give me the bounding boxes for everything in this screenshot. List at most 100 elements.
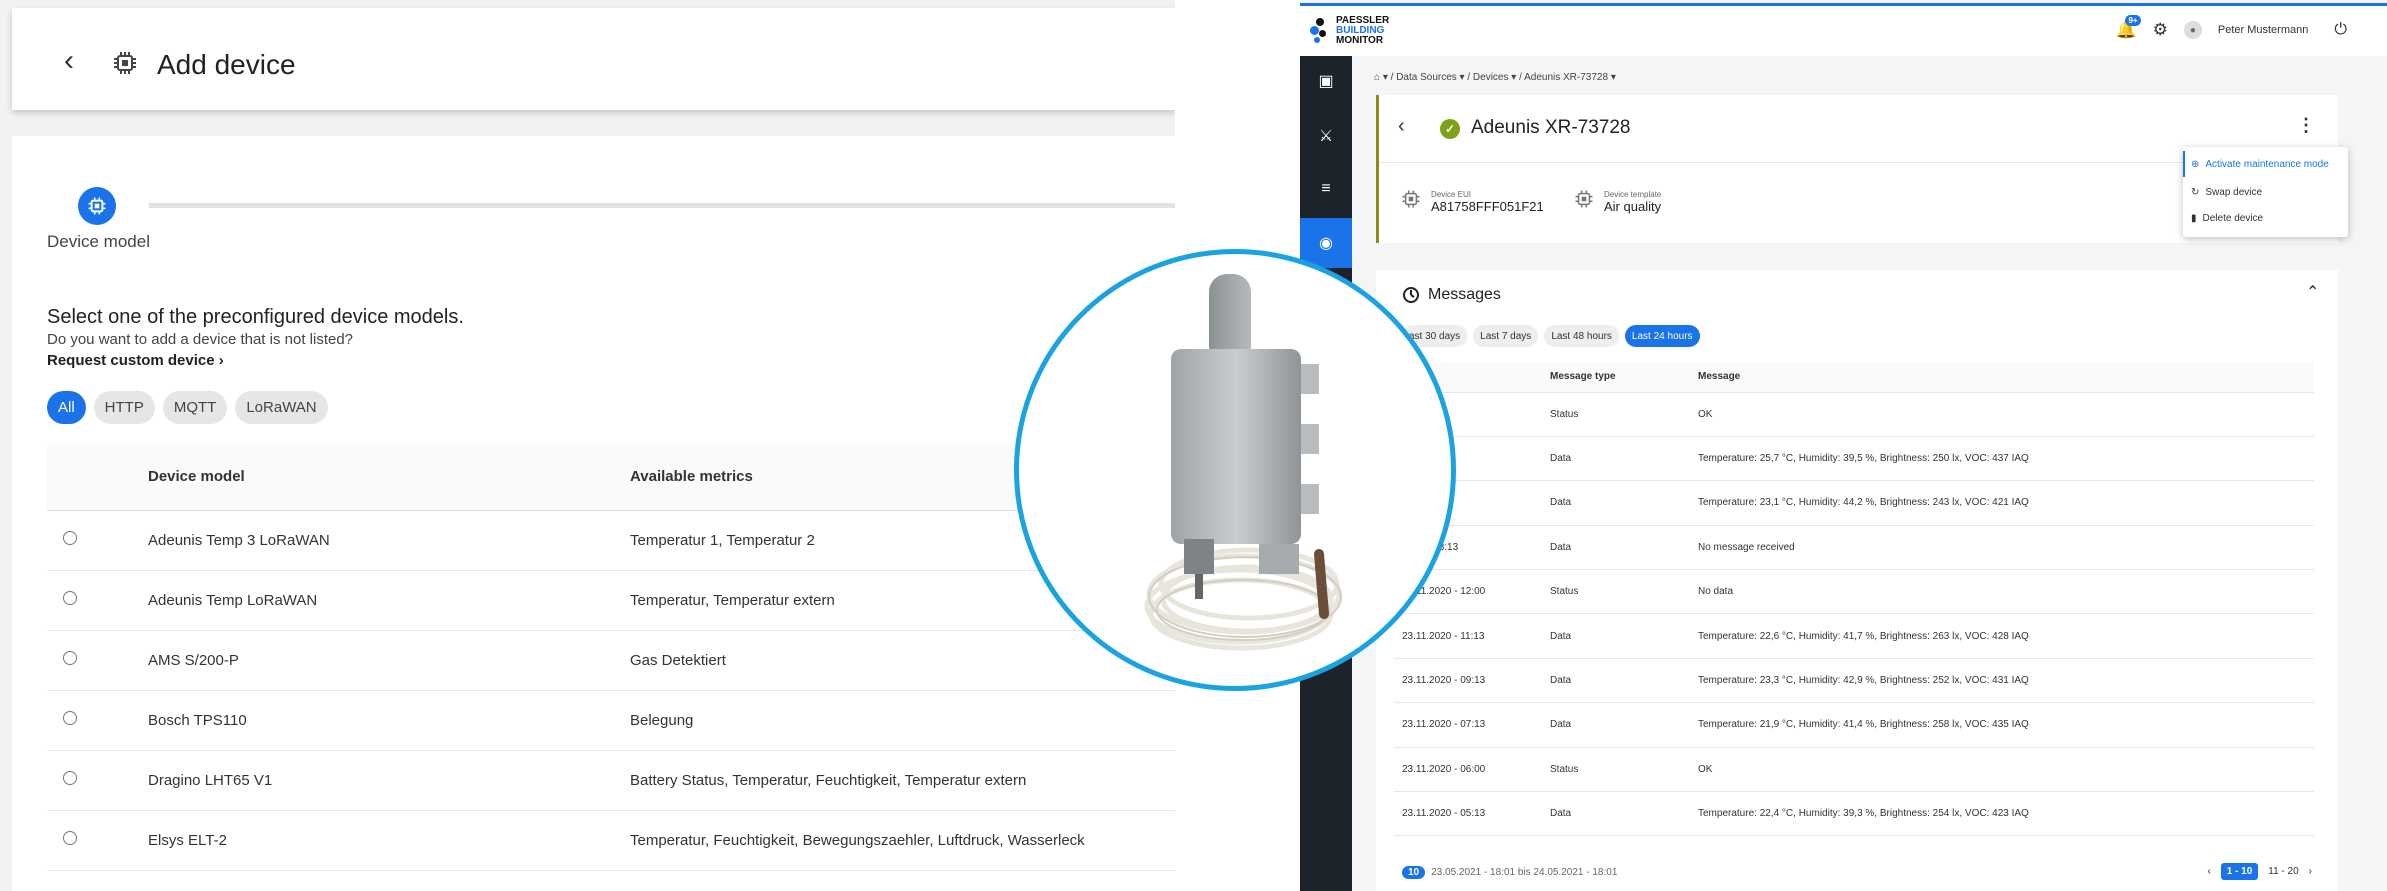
page-next[interactable]: 11 - 20	[2268, 866, 2298, 877]
app-topbar: PAESSLER BUILDING MONITOR 🔔 9+ ⚙ ● Peter …	[1300, 6, 2387, 56]
message-type-cell: Data	[1542, 702, 1690, 748]
time-range-chips: ast 30 days Last 7 days Last 48 hours La…	[1402, 325, 1700, 347]
notifications-bell-icon[interactable]: 🔔 9+	[2115, 15, 2141, 40]
table-row[interactable]: Bosch TPS110 Belegung	[47, 690, 1175, 751]
messages-title: Messages	[1428, 286, 1501, 303]
user-name[interactable]: Peter Mustermann	[2218, 24, 2308, 36]
home-icon[interactable]: ⌂	[1374, 72, 1380, 83]
filter-chip-lorawan[interactable]: LoRaWAN	[235, 391, 328, 424]
chip-icon	[1401, 189, 1421, 214]
message-cell: No message received	[1690, 525, 2314, 571]
breadcrumb-data-sources[interactable]: Data Sources	[1396, 72, 1457, 83]
device-chip-icon	[112, 50, 138, 81]
breadcrumb-devices[interactable]: Devices	[1473, 72, 1509, 83]
message-type-cell: Data	[1542, 436, 1690, 482]
notification-badge: 9+	[2125, 15, 2141, 26]
device-model-cell: Dragino LHT65 V1	[148, 750, 630, 811]
prev-page-icon[interactable]: ‹	[2207, 866, 2210, 877]
power-logout-icon[interactable]: ⏻	[2334, 21, 2347, 39]
menu-delete-device[interactable]: ▮ Delete device	[2183, 205, 2348, 231]
message-type-cell: Status	[1542, 569, 1690, 615]
filter-chip-http[interactable]: HTTP	[93, 391, 155, 424]
request-link-label[interactable]: Request custom device	[47, 352, 215, 369]
device-model-cell: Bosch TPS110	[148, 690, 630, 751]
device-model-cell: Adeunis Temp 3 LoRaWAN	[148, 510, 630, 571]
row-radio[interactable]	[63, 831, 77, 845]
timestamp-cell: 23.11.2020 - 07:13	[1394, 702, 1542, 748]
message-type-cell: Data	[1542, 480, 1690, 526]
more-options-kebab-icon[interactable]: ⋮	[2297, 115, 2315, 136]
settings-gear-icon[interactable]: ⚙	[2153, 20, 2168, 40]
table-row[interactable]: Adeunis Temp LoRaWAN Temperatur, Tempera…	[47, 570, 1175, 631]
device-actions-menu: ⊕ Activate maintenance mode ↻ Swap device …	[2183, 147, 2348, 237]
menu-activate-maintenance[interactable]: ⊕ Activate maintenance mode	[2183, 151, 2348, 177]
filter-chip-mqtt[interactable]: MQTT	[162, 391, 228, 424]
rows-per-page-badge[interactable]: 10	[1402, 866, 1426, 879]
table-row[interactable]: 23.11.2020 - 12:00 Status No data	[1394, 569, 2314, 615]
breadcrumb-current-device[interactable]: Adeunis XR-73728	[1524, 72, 1608, 83]
row-radio[interactable]	[63, 591, 77, 605]
user-avatar-icon[interactable]: ●	[2183, 21, 2202, 39]
table-row[interactable]: 23.11.2020 - 09:13 Data Temperature: 23,3 …	[1394, 658, 2314, 704]
sidebar-alerts-bell-icon[interactable]: ⚔	[1300, 111, 1352, 161]
logo-mark-icon	[1310, 18, 1330, 44]
device-model-table: Device model Available metrics Adeunis T…	[47, 443, 1175, 871]
paessler-logo[interactable]: PAESSLER BUILDING MONITOR	[1310, 16, 1389, 46]
table-row[interactable]: 23.11.2020 - 11:13 Data Temperature: 22,6 …	[1394, 613, 2314, 659]
table-row[interactable]: 2020 - 13:13DataNo message received	[1394, 525, 2314, 571]
next-page-icon[interactable]: ›	[2309, 866, 2312, 877]
message-type-cell: Data	[1542, 658, 1690, 704]
row-radio[interactable]	[63, 651, 77, 665]
chip-icon	[1574, 189, 1594, 214]
message-cell: OK	[1690, 747, 2314, 793]
metrics-cell: Temperatur, Feuchtigkeit, Bewegungszaehl…	[630, 810, 1175, 871]
table-row[interactable]: Adeunis Temp 3 LoRaWAN Temperatur 1, Tem…	[47, 510, 1175, 571]
timestamp-cell: 23.11.2020 - 05:13	[1394, 791, 1542, 837]
row-radio[interactable]	[63, 771, 77, 785]
message-cell: Temperature: 22,4 °C, Humidity: 39,3 %, …	[1690, 791, 2314, 837]
table-row[interactable]: Elsys ELT-2 Temperatur, Feuchtigkeit, Be…	[47, 810, 1175, 871]
range-chip-48-hours[interactable]: Last 48 hours	[1544, 325, 1619, 347]
range-chip-7-days[interactable]: Last 7 days	[1473, 325, 1539, 347]
page-current[interactable]: 1 - 10	[2220, 863, 2259, 880]
table-row[interactable]: 20 - 15:13DataTemperature: 23,1 °C, Humi…	[1394, 480, 2314, 526]
message-type-cell: Data	[1542, 613, 1690, 659]
device-template-field: Device template Air quality	[1574, 189, 1661, 214]
filter-chip-all[interactable]: All	[47, 391, 86, 424]
field-value: A81758FFF051F21	[1431, 198, 1544, 214]
device-model-cell: Adeunis Temp LoRaWAN	[148, 570, 630, 631]
metrics-cell: Belegung	[630, 690, 1175, 751]
header-select	[47, 443, 148, 511]
table-row[interactable]: 20 - 18:00StatusOK	[1394, 392, 2314, 437]
table-row[interactable]: 23.11.2020 - 07:13 Data Temperature: 21,9 …	[1394, 702, 2314, 748]
add-device-screen: ‹ Add device Device model Select one of …	[0, 0, 1175, 891]
step-device-model-icon[interactable]	[78, 187, 116, 225]
table-row[interactable]: 0 - 17:13DataTemperature: 25,7 °C, Humid…	[1394, 436, 2314, 482]
messages-card: Messages ⌃ ast 30 days Last 7 days Last …	[1376, 270, 2338, 891]
message-type-cell: Status	[1542, 747, 1690, 793]
row-radio[interactable]	[63, 531, 77, 545]
row-radio[interactable]	[63, 711, 77, 725]
metrics-cell: Battery Status, Temperatur, Feuchtigkeit…	[630, 750, 1175, 811]
header-message: Message	[1690, 362, 2314, 393]
sidebar-layers-icon[interactable]: ≡	[1300, 164, 1352, 214]
table-row[interactable]: Dragino LHT65 V1 Battery Status, Tempera…	[47, 750, 1175, 811]
sidebar-dashboard-icon[interactable]: ▣	[1300, 56, 1352, 106]
field-label: Device template	[1604, 189, 1662, 199]
chevron-right-icon: ›	[218, 352, 224, 369]
page-title: Add device	[157, 49, 296, 80]
menu-swap-device[interactable]: ↻ Swap device	[2183, 179, 2348, 205]
message-history-icon	[1402, 286, 1420, 309]
range-chip-24-hours[interactable]: Last 24 hours	[1624, 325, 1700, 347]
chevron-up-icon[interactable]: ⌃	[2306, 282, 2319, 302]
filter-chips: All HTTP MQTT LoRaWAN	[47, 391, 328, 424]
field-value: Air quality	[1604, 198, 1662, 214]
table-row[interactable]: 23.11.2020 - 06:00 Status OK	[1394, 747, 2314, 793]
table-row[interactable]: AMS S/200-P Gas Detektiert	[47, 630, 1175, 691]
sensor-device-illustration	[1144, 274, 1342, 651]
logo-line-3: MONITOR	[1336, 35, 1384, 46]
request-custom-device-link[interactable]: Request custom device ›	[47, 352, 224, 369]
back-icon[interactable]: ‹	[1398, 115, 1405, 138]
back-icon[interactable]: ‹	[64, 46, 74, 76]
table-row[interactable]: 23.11.2020 - 05:13 Data Temperature: 22,4 …	[1394, 791, 2314, 837]
